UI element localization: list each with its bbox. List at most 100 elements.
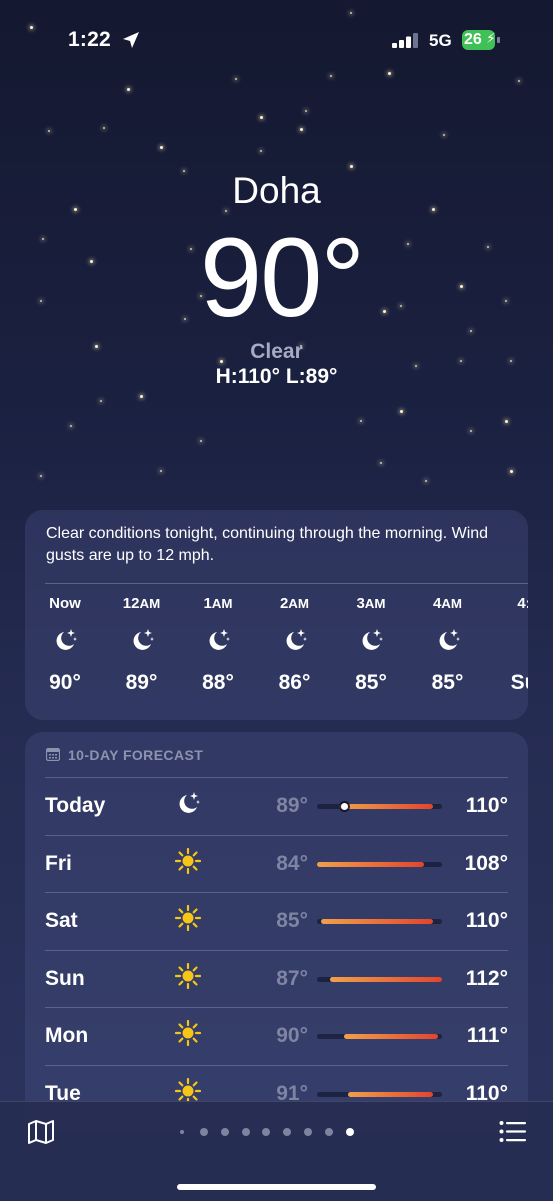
forecast-high: 110° — [465, 794, 508, 817]
page-dot[interactable] — [324, 1128, 333, 1136]
moon-stars-icon — [183, 627, 253, 657]
page-dot[interactable] — [200, 1128, 208, 1136]
forecast-day: Fri — [45, 851, 72, 875]
home-indicator[interactable] — [177, 1184, 376, 1190]
forecast-high: 111° — [466, 1024, 508, 1047]
hour-item: 4AM 85° — [413, 595, 483, 695]
hourly-forecast-card[interactable]: Clear conditions tonight, continuing thr… — [25, 510, 528, 720]
page-dot[interactable] — [283, 1128, 292, 1136]
forecast-row[interactable]: Sat 85° 110° — [45, 892, 508, 949]
hour-temperature: 88° — [202, 671, 234, 694]
hour-temperature: 85° — [431, 671, 464, 694]
forecast-day: Mon — [45, 1024, 89, 1047]
hour-label: 4: — [517, 595, 528, 612]
forecast-high: 108° — [464, 851, 508, 875]
star — [160, 470, 162, 472]
page-dot[interactable] — [345, 1128, 354, 1136]
star — [360, 420, 362, 422]
hour-temperature: 86° — [278, 671, 311, 694]
status-bar: 1:22 5G 26 ⚡ — [0, 0, 553, 80]
hour-item: 12AM 89° — [107, 595, 177, 695]
status-time: 1:22 — [68, 28, 111, 51]
temperature-range-fill — [330, 976, 442, 982]
hour-label: Now — [49, 595, 81, 612]
network-type: 5G — [429, 31, 452, 50]
hour-item: 2AM 86° — [260, 595, 330, 695]
current-condition: Clear — [250, 340, 303, 363]
forecast-row[interactable]: Fri 84° 108° — [45, 834, 508, 892]
temperature-range-fill — [339, 804, 434, 809]
star — [300, 128, 303, 131]
forecast-day: Today — [45, 794, 106, 817]
forecast-low: 87° — [276, 966, 308, 990]
map-icon[interactable] — [27, 1119, 55, 1145]
page-dot[interactable] — [304, 1128, 312, 1136]
forecast-low: 84° — [276, 851, 308, 875]
ten-day-forecast-card[interactable]: 10-DAY FORECAST Today 89° 110° Fri 84° 108° Sa… — [25, 732, 528, 1132]
hour-label: 12 — [122, 595, 140, 612]
star — [70, 425, 72, 427]
temperature-range-bar — [317, 976, 442, 982]
star — [48, 130, 50, 132]
hour-label: 3 — [356, 595, 365, 612]
moon-stars-icon — [107, 627, 177, 657]
city-name: Doha — [232, 170, 321, 211]
hour-temperature: 90° — [49, 671, 81, 694]
star — [510, 470, 513, 473]
temperature-range-bar — [317, 1034, 442, 1039]
location-page-dot[interactable] — [180, 1130, 184, 1134]
sun-icon — [174, 847, 205, 878]
temperature-range-fill — [343, 1034, 438, 1039]
moon-stars-icon — [30, 627, 100, 657]
page-dot[interactable] — [262, 1128, 271, 1136]
page-dot[interactable] — [220, 1128, 229, 1136]
high-low-temperature: H:110° L:89° — [215, 365, 338, 388]
forecast-row[interactable]: Today 89° 110° — [45, 777, 508, 834]
hour-temperature: 89° — [125, 671, 158, 694]
star — [518, 80, 520, 82]
divider — [45, 1064, 508, 1066]
page-dot[interactable] — [241, 1128, 250, 1136]
icon-placeholder — [489, 627, 528, 657]
charging-bolt-icon: ⚡ — [486, 30, 496, 46]
bottom-toolbar — [0, 1101, 553, 1201]
star — [350, 165, 353, 168]
hour-item: 3AM 85° — [336, 595, 406, 695]
current-temperature: 90° — [199, 215, 365, 340]
hour-suffix: AM — [441, 596, 463, 611]
star — [400, 410, 403, 413]
forecast-summary: Clear conditions tonight, continuing thr… — [46, 525, 489, 564]
hourly-scroller[interactable]: Now90°12AM89°1AM88°2AM86°3AM85°4AM85°4:S… — [25, 595, 528, 715]
star — [305, 110, 307, 112]
hour-label: 1 — [203, 595, 212, 612]
sun-icon — [174, 904, 205, 935]
temperature-range-fill — [348, 1091, 434, 1097]
hour-temperature: 85° — [355, 671, 387, 694]
hour-suffix: AM — [139, 596, 161, 611]
forecast-low: 89° — [276, 794, 308, 817]
hour-suffix: AM — [288, 596, 310, 611]
hour-item: 1AM 88° — [183, 595, 253, 695]
sun-icon — [174, 962, 205, 993]
forecast-row[interactable]: Mon 90° 111° — [45, 1007, 508, 1064]
hour-item: Now 90° — [30, 595, 100, 695]
forecast-row[interactable]: Sun 87° 112° — [45, 949, 508, 1007]
star — [260, 150, 262, 152]
divider — [45, 892, 508, 893]
star — [505, 420, 508, 423]
moon-stars-icon — [260, 627, 330, 657]
forecast-high: 112° — [465, 966, 508, 990]
hour-suffix: AM — [364, 596, 386, 611]
current-temperature-marker — [340, 803, 348, 810]
divider — [45, 1007, 508, 1008]
divider — [45, 583, 528, 584]
list-icon[interactable] — [499, 1120, 526, 1143]
moon-stars-icon — [413, 627, 483, 657]
divider — [45, 834, 508, 836]
temperature-range-bar — [317, 861, 442, 867]
divider — [45, 777, 508, 778]
divider — [45, 949, 508, 951]
hour-temperature: Su — [510, 671, 528, 694]
moon-stars-icon — [336, 627, 406, 657]
hour-item: 4: Su — [489, 595, 528, 695]
